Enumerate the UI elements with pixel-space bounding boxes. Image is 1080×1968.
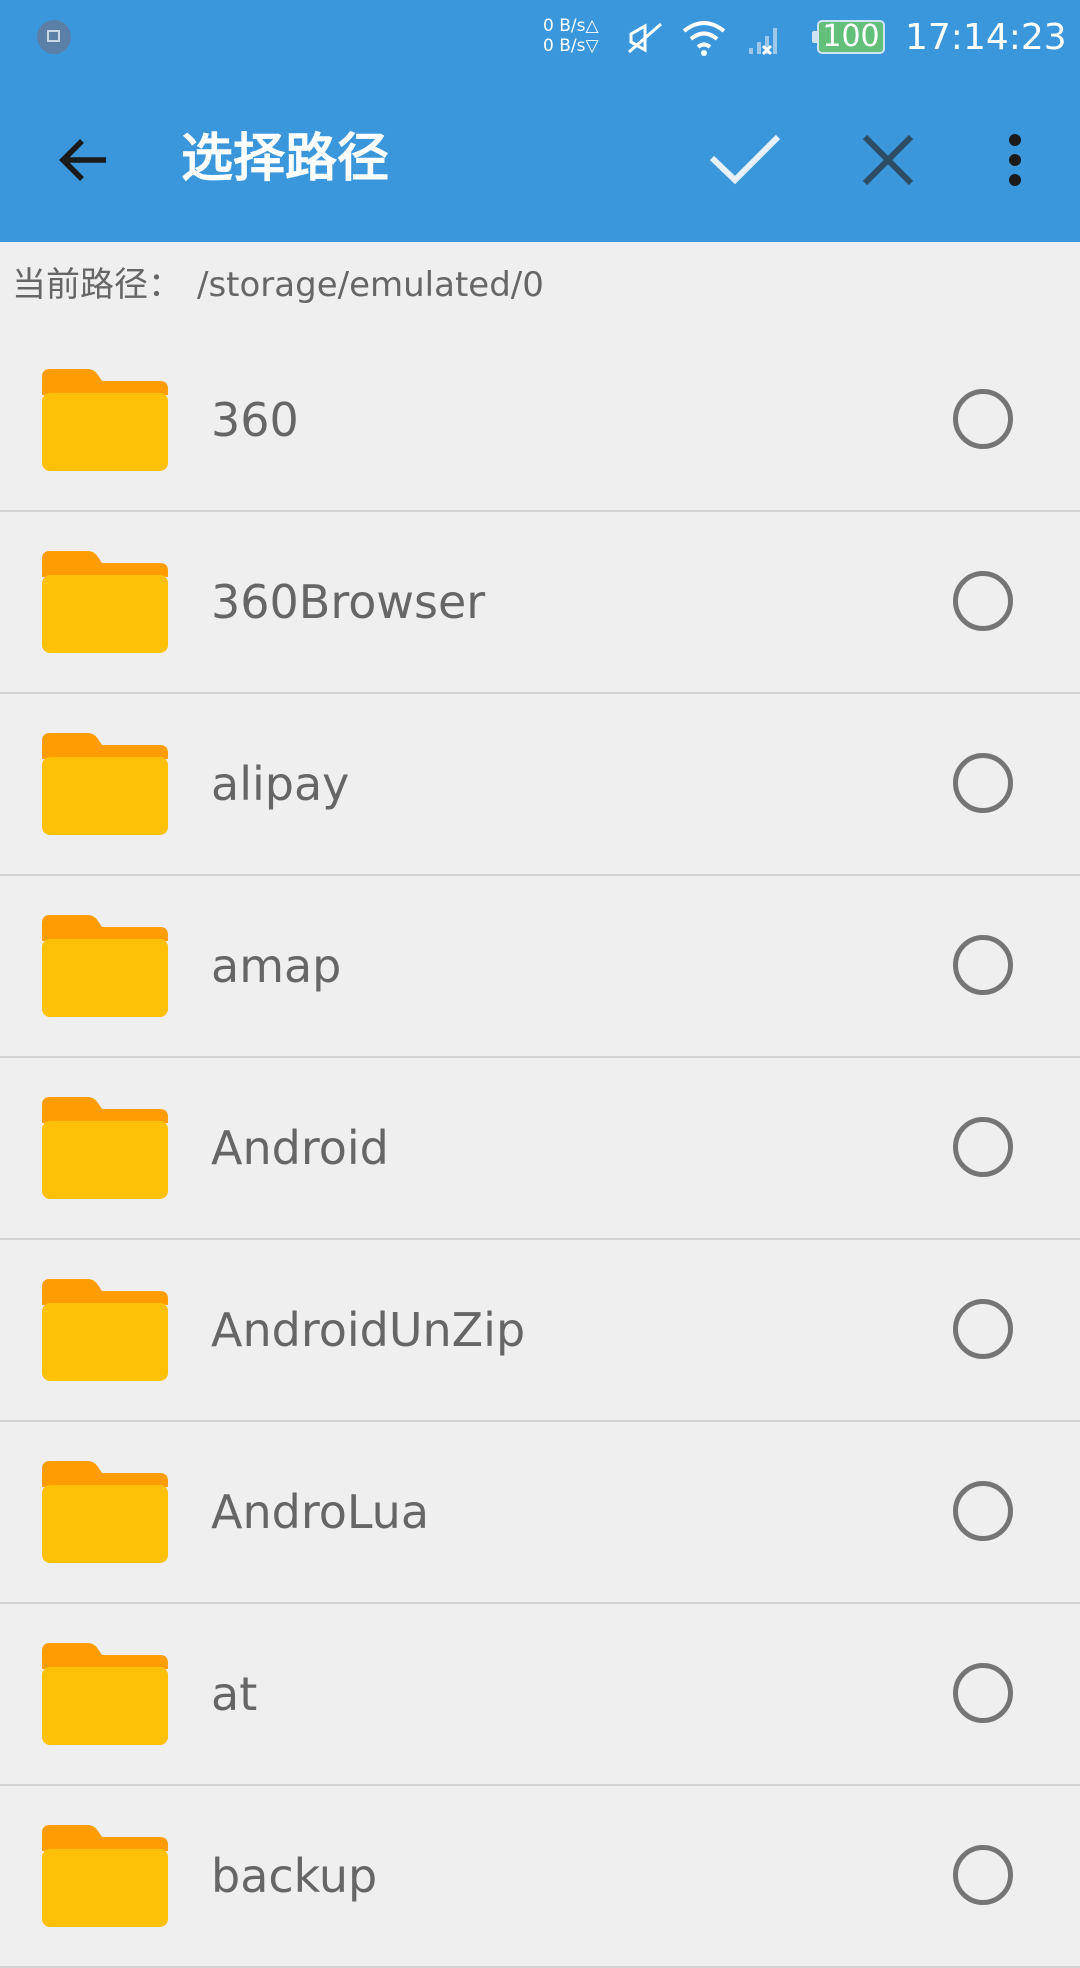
- folder-icon: [42, 1279, 168, 1381]
- folder-radio-button[interactable]: [953, 753, 1013, 813]
- folder-row[interactable]: Android: [0, 1058, 1080, 1240]
- folder-radio-button[interactable]: [953, 1845, 1013, 1905]
- folder-name: backup: [211, 1849, 378, 1903]
- folder-radio-button[interactable]: [953, 1299, 1013, 1359]
- more-options-button[interactable]: [985, 116, 1045, 204]
- folder-name: 360: [211, 393, 299, 447]
- check-icon: [709, 134, 781, 185]
- battery-icon: 100: [812, 19, 885, 54]
- folder-radio-button[interactable]: [953, 935, 1013, 995]
- no-signal-icon: [749, 28, 777, 56]
- folder-name: Android: [211, 1121, 389, 1175]
- folder-row[interactable]: 360Browser: [0, 512, 1080, 694]
- folder-radio-button[interactable]: [953, 389, 1013, 449]
- folder-name: amap: [211, 939, 342, 993]
- current-path-label: 当前路径：: [12, 265, 182, 305]
- folder-row[interactable]: AndroidUnZip: [0, 1240, 1080, 1422]
- confirm-button[interactable]: [695, 116, 795, 204]
- current-path-bar: 当前路径： /storage/emulated/0: [0, 242, 1080, 328]
- folder-icon: [42, 915, 168, 1017]
- folder-row[interactable]: backup: [0, 1786, 1080, 1968]
- status-bar: 0 B/s△ 0 B/s▽ 100 17:14:23: [0, 0, 1080, 78]
- mute-icon: [628, 22, 662, 54]
- current-path-value: /storage/emulated/0: [197, 265, 544, 305]
- folder-radio-button[interactable]: [953, 1481, 1013, 1541]
- folder-row[interactable]: alipay: [0, 694, 1080, 876]
- folder-name: AndroLua: [211, 1485, 430, 1539]
- folder-icon: [42, 1461, 168, 1563]
- folder-name: alipay: [211, 757, 350, 811]
- app-bar: 选择路径: [0, 78, 1080, 242]
- folder-icon: [42, 733, 168, 835]
- folder-row[interactable]: at: [0, 1604, 1080, 1786]
- close-icon: [862, 134, 914, 186]
- folder-name: 360Browser: [211, 575, 486, 629]
- wifi-icon: [682, 21, 726, 56]
- folder-icon: [42, 551, 168, 653]
- folder-icon: [42, 369, 168, 471]
- folder-icon: [42, 1643, 168, 1745]
- folder-row[interactable]: AndroLua: [0, 1422, 1080, 1604]
- folder-name: at: [211, 1667, 258, 1721]
- more-vert-icon: [1009, 134, 1021, 186]
- status-time: 17:14:23: [905, 17, 1067, 58]
- folder-list: 360 360Browser alipay amap Android Andro…: [0, 330, 1080, 1968]
- folder-icon: [42, 1825, 168, 1927]
- back-button[interactable]: [40, 118, 128, 202]
- gallery-notification-icon: [37, 20, 71, 54]
- battery-level: 100: [822, 19, 880, 54]
- net-download-speed: 0 B/s▽: [543, 36, 599, 56]
- network-speed: 0 B/s△ 0 B/s▽: [543, 16, 599, 56]
- close-button[interactable]: [843, 116, 933, 204]
- net-upload-speed: 0 B/s△: [543, 16, 599, 36]
- folder-radio-button[interactable]: [953, 571, 1013, 631]
- folder-row[interactable]: 360: [0, 330, 1080, 512]
- folder-name: AndroidUnZip: [211, 1303, 526, 1357]
- folder-icon: [42, 1097, 168, 1199]
- back-arrow-icon: [59, 139, 106, 181]
- folder-radio-button[interactable]: [953, 1663, 1013, 1723]
- folder-radio-button[interactable]: [953, 1117, 1013, 1177]
- page-title: 选择路径: [181, 129, 390, 189]
- folder-row[interactable]: amap: [0, 876, 1080, 1058]
